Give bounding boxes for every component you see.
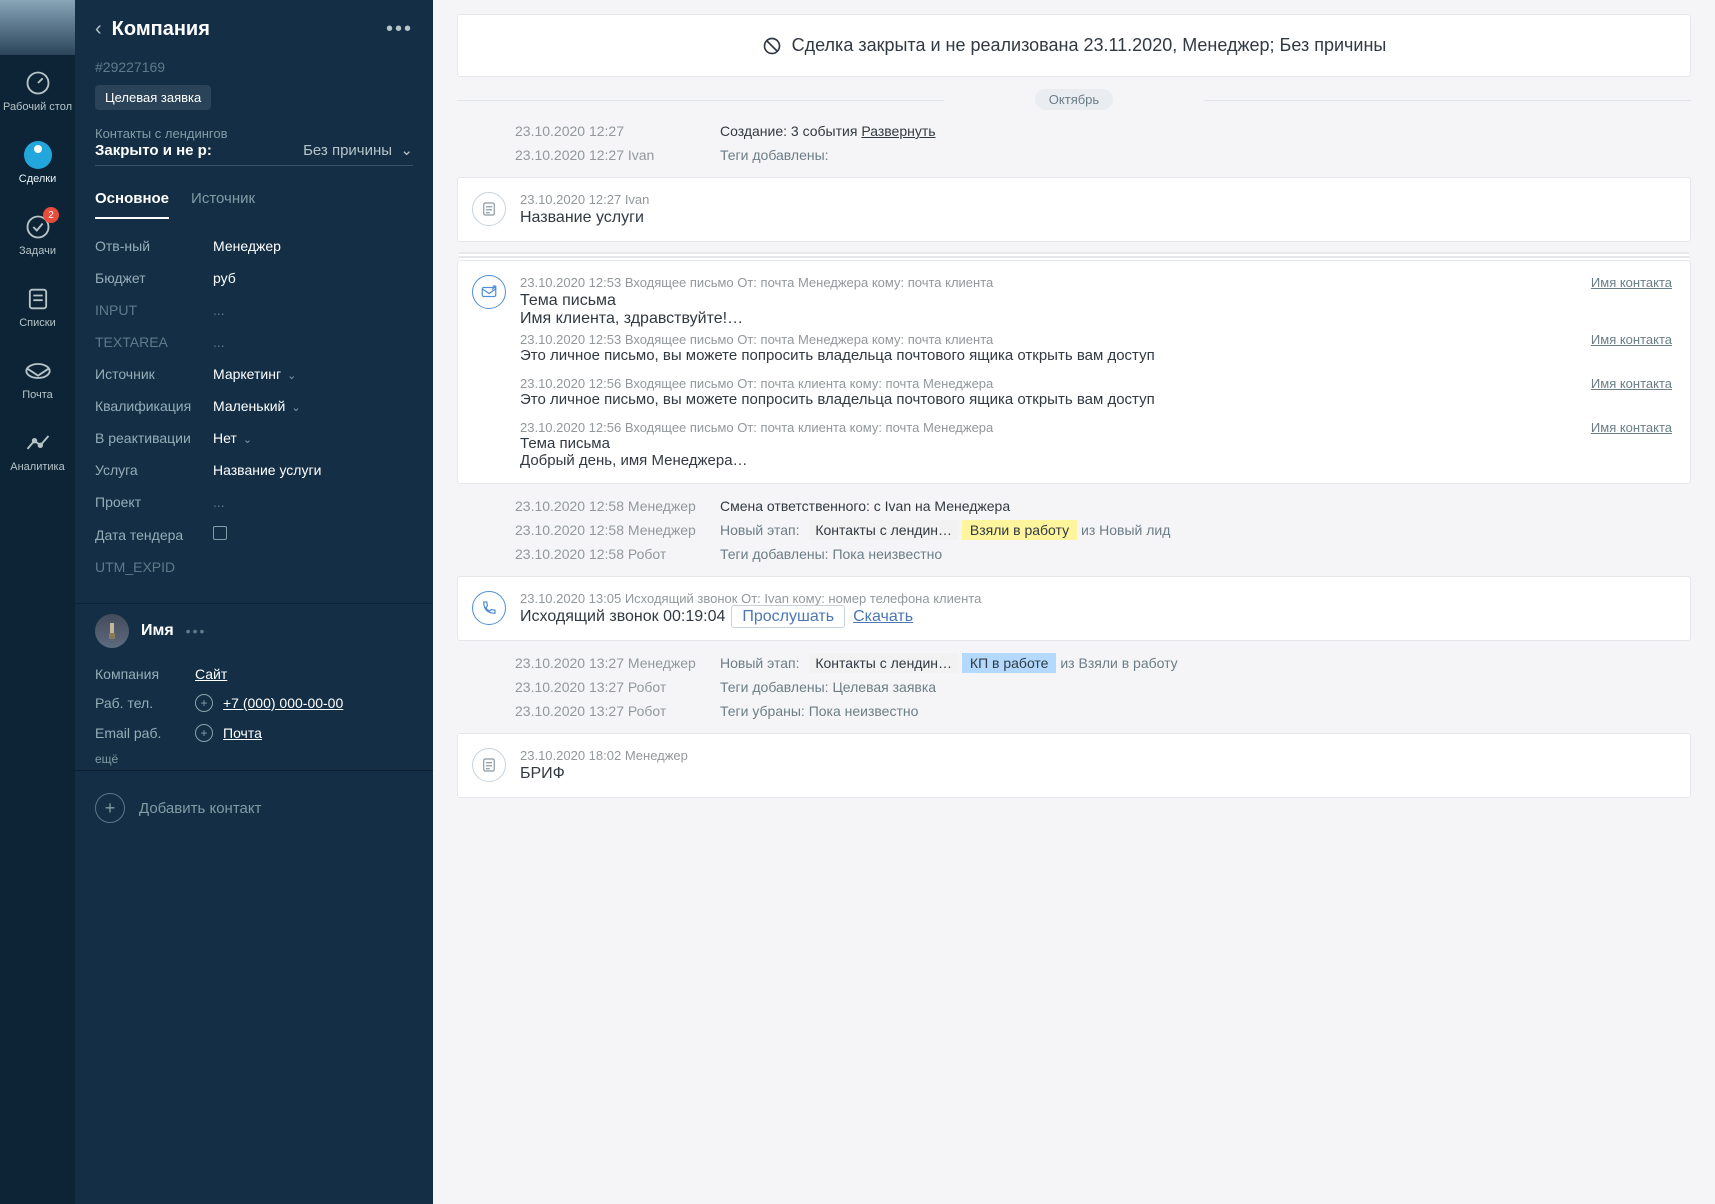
field-row[interactable]: КвалификацияМаленький⌄ (75, 390, 433, 422)
tab-source[interactable]: Источник (191, 190, 255, 219)
contact-value[interactable]: Почта (223, 725, 262, 741)
timeline-row: 23.10.2020 13:27 РоботТеги убраны: Пока … (433, 699, 1715, 723)
gauge-icon (24, 69, 52, 97)
tab-main[interactable]: Основное (95, 190, 169, 219)
rail-analytics[interactable]: Аналитика (0, 415, 75, 487)
note-icon (472, 748, 506, 782)
pipeline-label: Контакты с лендингов (95, 126, 413, 141)
prohibited-icon (762, 36, 782, 56)
rail-lists[interactable]: Списки (0, 271, 75, 343)
download-link[interactable]: Скачать (853, 608, 913, 625)
email-thread-card[interactable]: Имя контакта 23.10.2020 12:53 Входящее п… (457, 260, 1691, 484)
back-icon[interactable]: ‹ (95, 18, 102, 41)
field-row[interactable]: УслугаНазвание услуги (75, 454, 433, 486)
field-row[interactable]: В реактивацииНет⌄ (75, 422, 433, 454)
contact-link[interactable]: Имя контакта (1591, 332, 1672, 347)
mail-in-icon (472, 275, 506, 309)
timeline-row: 23.10.2020 13:27 РоботТеги добавлены: Це… (433, 675, 1715, 699)
rail-deals[interactable]: Сделки (0, 127, 75, 199)
nav-rail: Рабочий стол Сделки 2 Задачи Списки Почт… (0, 0, 75, 1204)
note-card[interactable]: 23.10.2020 18:02 Менеджер БРИФ (457, 733, 1691, 798)
rail-mail[interactable]: Почта (0, 343, 75, 415)
plus-icon: + (95, 793, 125, 823)
note-icon (472, 192, 506, 226)
contact-row: Email раб.+Почта (75, 718, 433, 748)
chevron-down-icon: ⌄ (291, 402, 300, 414)
more-menu-icon[interactable]: ••• (386, 18, 413, 41)
listen-button[interactable]: Прослушать (731, 605, 845, 628)
contact-more-icon[interactable]: ••• (186, 623, 207, 639)
add-contact-button[interactable]: + Добавить контакт (75, 770, 433, 845)
timeline-row: 23.10.2020 12:27Создание: 3 события Разв… (433, 119, 1715, 143)
email-sub[interactable]: Имя контакта23.10.2020 12:56 Входящее пи… (520, 420, 1672, 469)
field-row[interactable]: Отв-ныйМенеджер (75, 230, 433, 262)
deal-tag[interactable]: Целевая заявка (95, 85, 211, 110)
email-sub[interactable]: Имя контакта23.10.2020 12:56 Входящее пи… (520, 376, 1672, 408)
field-row[interactable]: ИсточникМаркетинг⌄ (75, 358, 433, 390)
company-title[interactable]: Компания (112, 18, 210, 41)
deals-icon (24, 141, 52, 169)
field-row[interactable]: INPUT... (75, 294, 433, 326)
sidebar-tabs: Основное Источник (75, 176, 433, 220)
phone-icon (472, 591, 506, 625)
timeline-row: 23.10.2020 13:27 МенеджерНовый этап: Кон… (433, 651, 1715, 675)
rail-tasks[interactable]: 2 Задачи (0, 199, 75, 271)
add-icon[interactable]: + (195, 694, 213, 712)
status-selector[interactable]: Закрыто и не р: Без причины ⌄ (95, 141, 413, 166)
note-card[interactable]: 23.10.2020 12:27 Ivan Название услуги (457, 177, 1691, 242)
stage-badge: Взяли в работу (962, 520, 1077, 540)
contact-link[interactable]: Имя контакта (1591, 275, 1672, 290)
contact-link[interactable]: Имя контакта (1591, 420, 1672, 435)
tasks-badge: 2 (43, 207, 59, 223)
expand-link[interactable]: Развернуть (861, 123, 935, 139)
timeline-row: 23.10.2020 12:58 МенеджерСмена ответстве… (433, 494, 1715, 518)
contact-row: Раб. тел.++7 (000) 000-00-00 (75, 688, 433, 718)
analytics-icon (24, 429, 52, 457)
contact-link[interactable]: Имя контакта (1591, 376, 1672, 391)
call-card[interactable]: 23.10.2020 13:05 Исходящий звонок От: Iv… (457, 576, 1691, 641)
contact-more-link[interactable]: ещё (75, 748, 433, 770)
field-row[interactable]: Проект... (75, 486, 433, 518)
add-icon[interactable]: + (195, 724, 213, 742)
timeline-row: 23.10.2020 12:58 МенеджерНовый этап: Кон… (433, 518, 1715, 542)
avatar[interactable] (0, 0, 75, 55)
deal-id: #29227169 (75, 59, 433, 75)
contact-row: КомпанияСайт (75, 660, 433, 688)
chevron-down-icon: ⌄ (287, 370, 296, 382)
field-row[interactable]: Дата тендера (75, 518, 433, 551)
contact-header: Имя ••• (75, 614, 433, 660)
timeline-row: 23.10.2020 12:58 РоботТеги добавлены: По… (433, 542, 1715, 566)
stage-badge: КП в работе (962, 653, 1057, 673)
fields-block: Отв-ныйМенеджерБюджетрубINPUT...TEXTAREA… (75, 220, 433, 593)
field-row[interactable]: TEXTAREA... (75, 326, 433, 358)
mail-icon (24, 357, 52, 385)
deal-sidebar: ‹ Компания ••• #29227169 Целевая заявка … (75, 0, 433, 1204)
timeline: Сделка закрыта и не реализована 23.11.20… (433, 0, 1715, 1204)
timeline-row: 23.10.2020 12:27 IvanТеги добавлены: (433, 143, 1715, 167)
calendar-icon (213, 526, 227, 540)
rail-dashboard[interactable]: Рабочий стол (0, 55, 75, 127)
contact-value[interactable]: +7 (000) 000-00-00 (223, 695, 343, 711)
contact-name[interactable]: Имя (141, 622, 174, 640)
contact-avatar-icon (95, 614, 129, 648)
email-sub[interactable]: Имя контакта23.10.2020 12:53 Входящее пи… (520, 332, 1672, 364)
chevron-down-icon: ⌄ (400, 142, 413, 159)
list-icon (24, 285, 52, 313)
contact-value[interactable]: Сайт (195, 666, 227, 682)
field-row[interactable]: UTM_EXPID (75, 551, 433, 583)
field-row[interactable]: Бюджетруб (75, 262, 433, 294)
deal-closed-banner: Сделка закрыта и не реализована 23.11.20… (457, 14, 1691, 77)
chevron-down-icon: ⌄ (243, 434, 252, 446)
month-separator: Октябрь (433, 91, 1715, 109)
